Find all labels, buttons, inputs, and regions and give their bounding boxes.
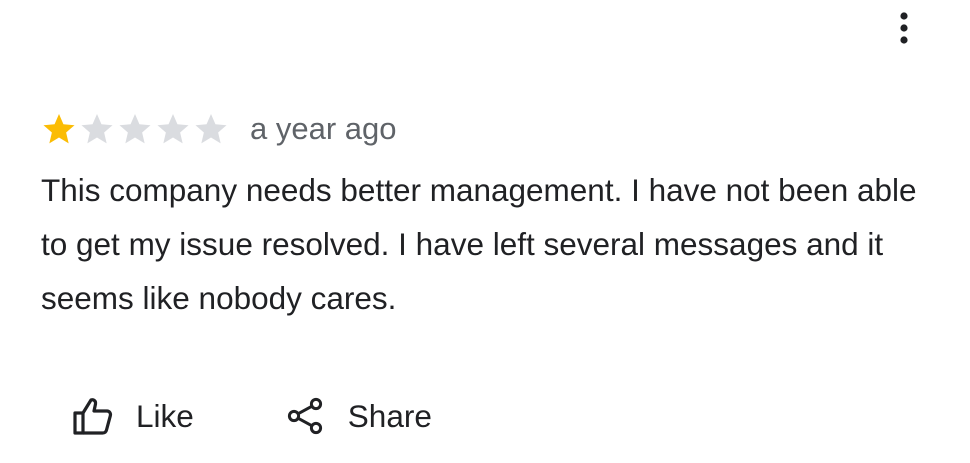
star-empty-icon	[119, 113, 151, 144]
like-label: Like	[136, 397, 194, 434]
review-text: This company needs better management. I …	[41, 172, 917, 316]
review-time: a year ago	[250, 111, 397, 146]
star-empty-icon	[195, 113, 227, 144]
star-empty-icon	[81, 113, 113, 144]
share-icon	[287, 397, 322, 435]
star-empty-icon	[157, 113, 189, 144]
star-rating	[40, 108, 230, 150]
more-options-button[interactable]	[884, 8, 924, 48]
thumb-up-icon	[73, 398, 113, 435]
share-button[interactable]: Share	[286, 386, 432, 446]
more-vert-icon	[900, 12, 908, 44]
share-label: Share	[347, 397, 432, 434]
like-button[interactable]: Like	[72, 386, 194, 446]
review-actions: Like Share	[72, 386, 432, 446]
review-rating-row: a year ago	[40, 108, 397, 150]
star-filled-icon	[43, 113, 75, 144]
